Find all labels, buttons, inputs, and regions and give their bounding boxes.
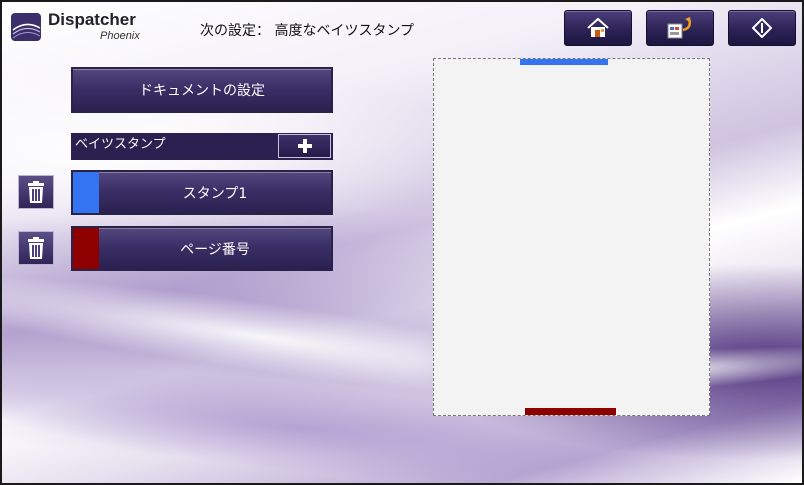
app-window: Dispatcher Phoenix 次の設定： 高度なベイツスタンプ ドキュメ… <box>0 0 804 485</box>
page-preview[interactable] <box>433 58 710 416</box>
trash-icon <box>28 181 44 203</box>
start-button[interactable] <box>728 10 796 46</box>
page-title: 次の設定： 高度なベイツスタンプ <box>200 23 415 39</box>
stamp-position-marker-bottom[interactable] <box>525 408 616 415</box>
delete-stamp-button[interactable] <box>18 175 54 209</box>
home-icon <box>587 17 609 37</box>
header: Dispatcher Phoenix 次の設定： 高度なベイツスタンプ <box>2 2 802 52</box>
trash-icon <box>28 237 44 259</box>
bates-stamps-label: ベイツスタンプ <box>75 137 166 152</box>
stamp-list-item[interactable]: ページ番号 <box>71 226 333 271</box>
stamp-position-marker-top[interactable] <box>520 59 608 65</box>
delete-page-number-button[interactable] <box>18 231 54 265</box>
stamp-color-swatch <box>73 172 99 213</box>
stamp-list-item[interactable]: スタンプ1 <box>71 170 333 215</box>
reset-icon <box>667 17 691 39</box>
logo-subtitle: Phoenix <box>100 30 140 42</box>
reset-button[interactable] <box>646 10 714 46</box>
plus-icon <box>297 139 312 153</box>
start-icon <box>752 18 772 38</box>
stamp-label: スタンプ1 <box>182 185 248 202</box>
stamp-label: ページ番号 <box>180 241 250 258</box>
logo-title: Dispatcher <box>48 10 136 29</box>
stamp-color-swatch <box>73 228 99 269</box>
logo-mark-icon <box>11 13 41 41</box>
document-settings-button[interactable]: ドキュメントの設定 <box>71 67 333 113</box>
home-button[interactable] <box>564 10 632 46</box>
add-stamp-button[interactable] <box>278 134 331 158</box>
app-logo: Dispatcher Phoenix <box>10 10 150 46</box>
